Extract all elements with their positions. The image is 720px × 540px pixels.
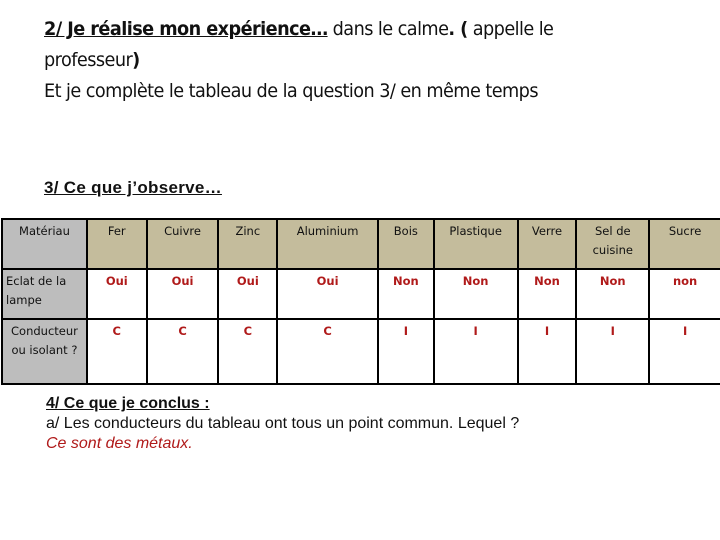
header-cell: Bois <box>376 218 435 270</box>
observation-title: 3/ Ce que j’observe… <box>44 178 222 197</box>
step-text: dans le calme <box>327 18 449 40</box>
table-cell: C <box>85 318 148 385</box>
table-cell: Non <box>432 268 519 320</box>
table-cell: I <box>432 318 519 385</box>
table-cell: non <box>648 268 720 320</box>
table-cell: C <box>217 318 279 385</box>
conclusion-question: a/ Les conducteurs du tableau ont tous u… <box>46 415 520 432</box>
table-cell: Non <box>575 268 651 320</box>
table-cell: Oui <box>276 268 379 320</box>
instruction-line-1: 2/ Je réalise mon expérience… dans le ca… <box>44 14 639 76</box>
table-cell: C <box>145 318 220 385</box>
header-cell: Sucre <box>648 218 720 270</box>
header-cell: Plastique <box>432 218 519 270</box>
table-cell: I <box>648 318 720 385</box>
table-cell: Oui <box>217 268 279 320</box>
instruction-line-2: Et je complète le tableau de la question… <box>44 80 539 102</box>
conclusion-title: 4/ Ce que je conclus : <box>46 395 210 412</box>
conclusion-answer: Ce sont des métaux. <box>46 435 193 452</box>
instruction-block: 2/ Je réalise mon expérience… dans le ca… <box>44 14 639 107</box>
row-label: Conducteur ou isolant ? <box>1 318 88 385</box>
header-cell: Zinc <box>217 218 279 270</box>
table-cell: Non <box>376 268 435 320</box>
table-cell: I <box>575 318 651 385</box>
table-row: Conducteur ou isolant ? C C C C I I I I … <box>1 318 720 385</box>
header-cell: Verre <box>516 218 578 270</box>
table-cell: Oui <box>85 268 148 320</box>
header-cell: Aluminium <box>276 218 379 270</box>
header-cell: Fer <box>85 218 148 270</box>
step-punct: . ( <box>448 18 468 40</box>
table-cell: C <box>276 318 379 385</box>
conclusion-block: 4/ Ce que je conclus : a/ Les conducteur… <box>46 394 519 454</box>
step-punct-close: ) <box>132 49 140 71</box>
table-cell: I <box>516 318 578 385</box>
observation-table: Matériau Fer Cuivre Zinc Aluminium Bois … <box>1 218 720 385</box>
table-header-row: Matériau Fer Cuivre Zinc Aluminium Bois … <box>1 218 720 270</box>
table-cell: I <box>376 318 435 385</box>
step-heading: 2/ Je réalise mon expérience… <box>44 18 328 40</box>
header-cell: Sel de cuisine <box>575 218 651 270</box>
table-cell: Oui <box>145 268 220 320</box>
header-cell-material: Matériau <box>1 218 88 270</box>
table-cell: Non <box>516 268 578 320</box>
header-cell: Cuivre <box>145 218 220 270</box>
table-row: Eclat de la lampe Oui Oui Oui Oui Non No… <box>1 268 720 320</box>
row-label: Eclat de la lampe <box>1 268 88 320</box>
